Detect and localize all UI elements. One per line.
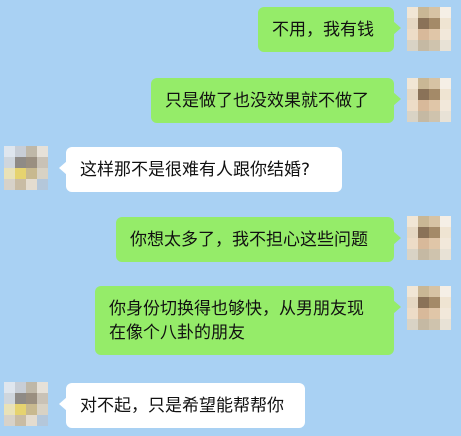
message-bubble-outgoing[interactable]: 你身份切换得也够快，从男朋友现 在像个八卦的朋友 (95, 286, 401, 355)
avatar-contact-icon[interactable] (4, 146, 48, 190)
avatar-self-icon[interactable] (407, 78, 451, 122)
message-bubble-incoming[interactable]: 这样那不是很难有人跟你结婚? (59, 147, 342, 192)
message-bubble-outgoing[interactable]: 不用，我有钱 (258, 7, 401, 52)
avatar-self-icon[interactable] (407, 216, 451, 260)
chat-area: 不用，我有钱 只是做了也没效果就不做了 这样那不是很难有人跟你结婚? 你想太多了… (0, 0, 461, 436)
message-bubble-incoming[interactable]: 对不起，只是希望能帮帮你 (59, 383, 305, 428)
avatar-self-icon[interactable] (407, 286, 451, 330)
message-bubble-outgoing[interactable]: 你想太多了，我不担心这些问题 (116, 217, 401, 262)
message-bubble-outgoing[interactable]: 只是做了也没效果就不做了 (151, 78, 401, 123)
avatar-self-icon[interactable] (407, 7, 451, 51)
avatar-contact-icon[interactable] (4, 382, 48, 426)
